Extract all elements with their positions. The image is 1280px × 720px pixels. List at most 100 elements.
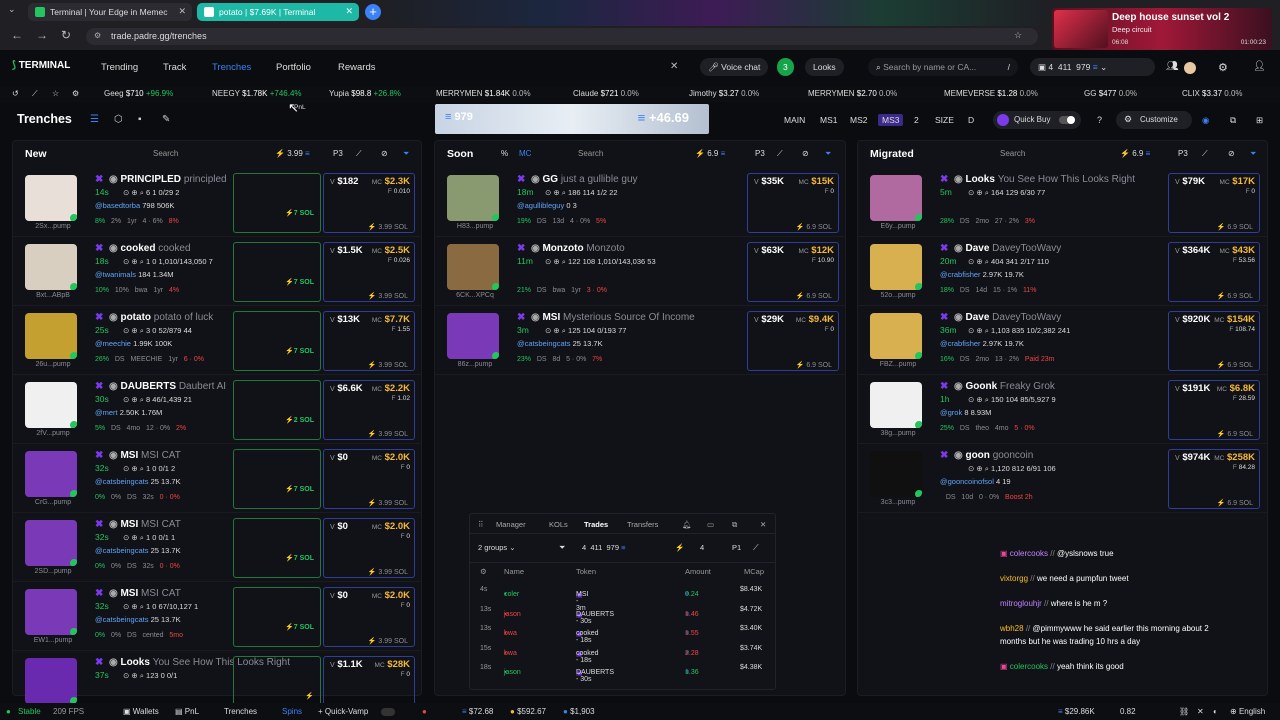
ticker-item[interactable]: MEMEVERSE $1.28 0.0% xyxy=(944,89,1038,98)
browser-tab-potato[interactable]: potato | $7.69K | Terminal ✕ xyxy=(197,3,359,21)
token-avatar[interactable] xyxy=(25,589,77,635)
market-stats-box[interactable]: V $6.6K MC $2.2K F 1.02 ⚡ 3.99 SOL xyxy=(323,380,415,440)
buy-button[interactable]: ⚡ 6.9 SOL xyxy=(1217,430,1253,438)
buy-button[interactable]: ⚡ 3.99 SOL xyxy=(368,223,408,231)
preset-ms3[interactable]: MS3 xyxy=(878,114,904,126)
dev-handle[interactable]: @catsbeingcats xyxy=(95,546,148,555)
reload-icon[interactable]: ↻ xyxy=(61,28,71,42)
quick-vamp-button[interactable]: + Quick-Vamp xyxy=(318,707,368,716)
tab-transfers[interactable]: Transfers xyxy=(627,520,658,529)
d-label[interactable]: D xyxy=(968,115,974,125)
x-icon[interactable]: ✕ xyxy=(1197,707,1204,716)
popout-icon[interactable]: ⧉ xyxy=(732,520,737,530)
column-search[interactable]: Search xyxy=(578,149,603,158)
help-icon[interactable]: ? xyxy=(1097,115,1102,125)
token-avatar[interactable] xyxy=(870,175,922,221)
token-address[interactable]: 86z...pump xyxy=(445,361,505,368)
token-card[interactable]: 2fV...pump ✖ ◉ DAUBERTS Daubert AI 30s ⊙ ⊕ … xyxy=(13,378,421,444)
buy-button[interactable]: ⚡ 6.9 SOL xyxy=(796,223,832,231)
token-address[interactable]: 2fV...pump xyxy=(23,430,83,437)
buy-button[interactable]: ⚡ 3.99 SOL xyxy=(368,568,408,576)
token-avatar[interactable] xyxy=(870,382,922,428)
wallets-button[interactable]: ▣ Wallets xyxy=(123,707,159,716)
token-card[interactable]: EW1...pump ✖ ◉ MSI MSI CAT 32s ⊙ ⊕ ⌕ 1 0 67… xyxy=(13,585,421,651)
buy-button[interactable]: ⚡ 6.9 SOL xyxy=(796,361,832,369)
cube-icon[interactable]: ⬡ xyxy=(114,114,123,125)
square-icon[interactable]: ▪ xyxy=(138,114,142,125)
column-amount[interactable]: 3.99 xyxy=(287,149,303,158)
bell-icon[interactable]: 🔔︎ xyxy=(682,520,692,529)
trade-row[interactable]: 13s ▪ jason ▣ DAUBERTS - 30s ≡ 1.46 $4.72K xyxy=(470,601,775,625)
dev-handle[interactable]: @catsbeingcats xyxy=(95,615,148,624)
tab-trades[interactable]: Trades xyxy=(584,520,608,529)
market-stats-box[interactable]: V $0 MC $2.0K F 0 ⚡ 3.99 SOL xyxy=(323,518,415,578)
buy-button[interactable]: ⚡ 3.99 SOL xyxy=(368,430,408,438)
market-stats-box[interactable]: V $79K MC $17K F 0 ⚡ 6.9 SOL xyxy=(1168,173,1260,233)
star-icon[interactable]: ☆ xyxy=(52,89,59,98)
token-card[interactable]: 26u...pump ✖ ◉ potato potato of luck 25s ⊙ … xyxy=(13,309,421,375)
token-card[interactable]: CrG...pump ✖ ◉ MSI MSI CAT 32s ⊙ ⊕ ⌕ 1 0 0/… xyxy=(13,447,421,513)
column-search[interactable]: Search xyxy=(1000,149,1025,158)
quick-buy-box[interactable]: ⚡7 SOL xyxy=(233,449,321,509)
close-icon[interactable]: ✕ xyxy=(760,520,766,529)
spins-button[interactable]: Spins xyxy=(282,707,302,716)
market-stats-box[interactable]: V $974K MC $258K F 84.28 ⚡ 6.9 SOL xyxy=(1168,449,1260,509)
groups-select[interactable]: 2 groups ⌄ xyxy=(478,543,516,552)
mute-icon[interactable]: ⊘ xyxy=(1228,149,1235,158)
drag-handle-icon[interactable]: ⠿ xyxy=(478,520,484,529)
nav-trenches[interactable]: Trenches xyxy=(212,62,251,73)
token-address[interactable]: EW1...pump xyxy=(23,637,83,644)
window-icon[interactable]: ▭ xyxy=(707,520,714,529)
token-card[interactable]: 2Sx...pump ✖ ◉ PRINCIPLED principled 14s ⊙ … xyxy=(13,171,421,237)
token-avatar[interactable] xyxy=(25,175,77,221)
avatar[interactable] xyxy=(1184,62,1196,74)
quick-vamp-toggle[interactable] xyxy=(381,708,395,716)
quick-buy-amount[interactable]: ⚡7 SOL xyxy=(285,623,314,631)
market-stats-box[interactable]: V $0 MC $2.0K F 0 ⚡ 3.99 SOL xyxy=(323,587,415,647)
token-address[interactable]: Bxt...ABpB xyxy=(23,292,83,299)
market-stats-box[interactable]: V $35K MC $15K F 0 ⚡ 6.9 SOL xyxy=(747,173,839,233)
new-tab-button[interactable]: + xyxy=(365,4,381,20)
token-card[interactable]: 6CK...XPCq ✖ ◉ Monzoto Monzoto 11m ⊙ ⊕ ⌕ 12… xyxy=(435,240,845,306)
looks-count-badge[interactable]: 3 xyxy=(777,58,794,76)
preset-ms2[interactable]: MS2 xyxy=(850,115,867,125)
bookmark-icon[interactable]: ⧉ xyxy=(1230,115,1236,126)
dev-handle[interactable]: @crabfisher xyxy=(940,339,981,348)
ticker-item[interactable]: Jimothy $3.27 0.0% xyxy=(689,89,759,98)
looks-button[interactable]: Looks xyxy=(805,58,844,76)
token-avatar[interactable] xyxy=(870,313,922,359)
filter-icon[interactable]: ⏷ xyxy=(559,543,565,553)
token-avatar[interactable] xyxy=(447,175,499,221)
chart-icon[interactable]: ⟋ xyxy=(753,543,759,553)
size-value[interactable]: 2 xyxy=(914,115,919,125)
trade-amount[interactable]: 4 xyxy=(700,543,704,552)
dev-handle[interactable]: @mert xyxy=(95,408,118,417)
market-stats-box[interactable]: V $1.5K MC $2.5K F 0.026 ⚡ 3.99 SOL xyxy=(323,242,415,302)
dev-handle[interactable]: @gooncoinofsol xyxy=(940,477,994,486)
list-view-icon[interactable]: ☰ xyxy=(90,114,99,125)
buy-button[interactable]: ⚡ 6.9 SOL xyxy=(1217,499,1253,507)
nav-trending[interactable]: Trending xyxy=(101,62,138,73)
user-icon[interactable]: 👤︎ xyxy=(1253,61,1266,72)
chat-user[interactable]: colercooks xyxy=(1010,549,1048,558)
chat-user[interactable]: vixtorgg xyxy=(1000,574,1028,583)
pnl-widget[interactable]: ≡ 979 ≡ +46.69 xyxy=(435,104,709,134)
x-icon[interactable]: ✕ xyxy=(670,61,678,72)
nav-portfolio[interactable]: Portfolio xyxy=(276,62,311,73)
trade-row[interactable]: 13s ▪ bwa ▣ cooked - 18s ≡ 1.55 $3.40K xyxy=(470,620,775,644)
token-address[interactable]: 6CK...XPCq xyxy=(445,292,505,299)
wallet-stats[interactable]: 4 411 979 ≡ xyxy=(582,543,625,552)
quick-buy-toggle[interactable]: Quick Buy xyxy=(993,111,1081,129)
percent-toggle[interactable]: % xyxy=(501,149,508,158)
buy-button[interactable]: ⚡ 6.9 SOL xyxy=(1217,361,1253,369)
history-icon[interactable]: ↺ xyxy=(12,89,19,98)
trade-preset[interactable]: P1 xyxy=(732,543,741,552)
column-amount[interactable]: 6.9 xyxy=(1132,149,1143,158)
gear-icon[interactable]: ⚙ xyxy=(72,89,79,98)
mute-icon[interactable]: ⊘ xyxy=(381,149,388,158)
browser-tab-terminal[interactable]: Terminal | Your Edge in Memec ✕ xyxy=(28,3,192,21)
tab-list-icon[interactable]: ⌄ xyxy=(8,4,16,15)
ticker-item[interactable]: Yupia $98.8 +26.8% xyxy=(329,89,401,98)
quick-buy-box[interactable]: ⚡7 SOL xyxy=(233,518,321,578)
token-avatar[interactable] xyxy=(870,244,922,290)
